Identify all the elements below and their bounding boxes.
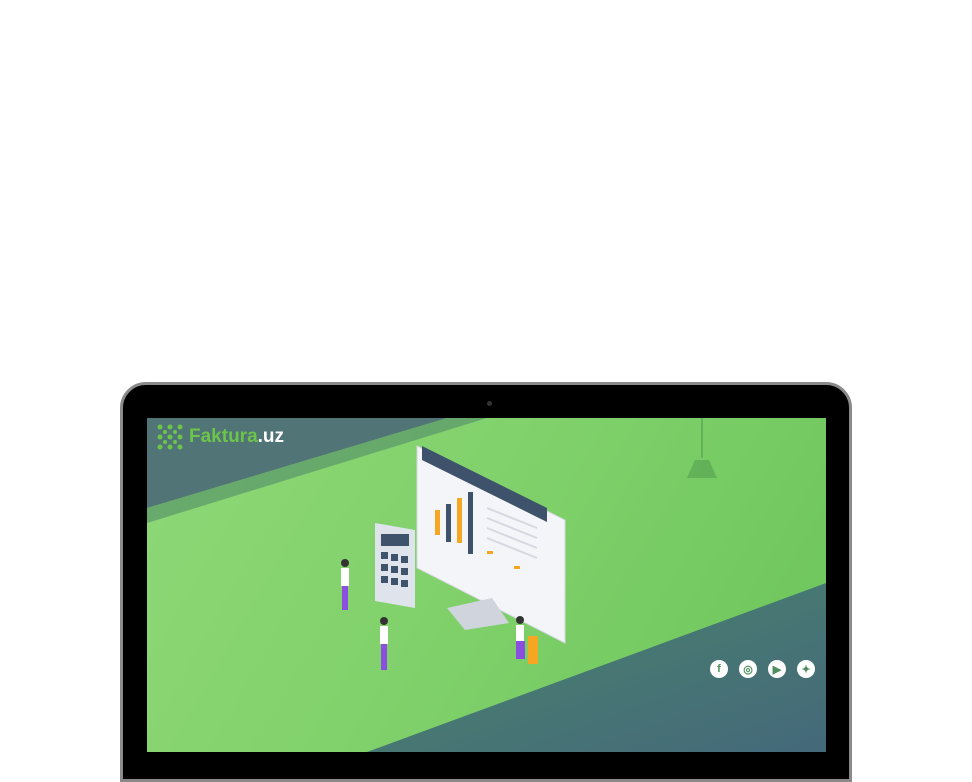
hero-banner: Faktura.uz f ◎ ▶ ✦ [147, 418, 826, 752]
brand-name: Faktura.uz [189, 426, 285, 447]
calculator-illustration [375, 523, 415, 608]
logo-icon [157, 424, 183, 450]
twitter-icon[interactable]: ✦ [797, 660, 815, 678]
monitor-illustration [416, 445, 566, 644]
webcam [487, 401, 492, 406]
illustration [341, 418, 717, 670]
youtube-icon[interactable]: ▶ [768, 660, 786, 678]
social-links: f ◎ ▶ ✦ [710, 660, 815, 678]
lamp-illustration [687, 418, 717, 478]
brand-logo[interactable]: Faktura.uz [156, 423, 284, 451]
facebook-icon[interactable]: f [710, 660, 728, 678]
instagram-icon[interactable]: ◎ [739, 660, 757, 678]
